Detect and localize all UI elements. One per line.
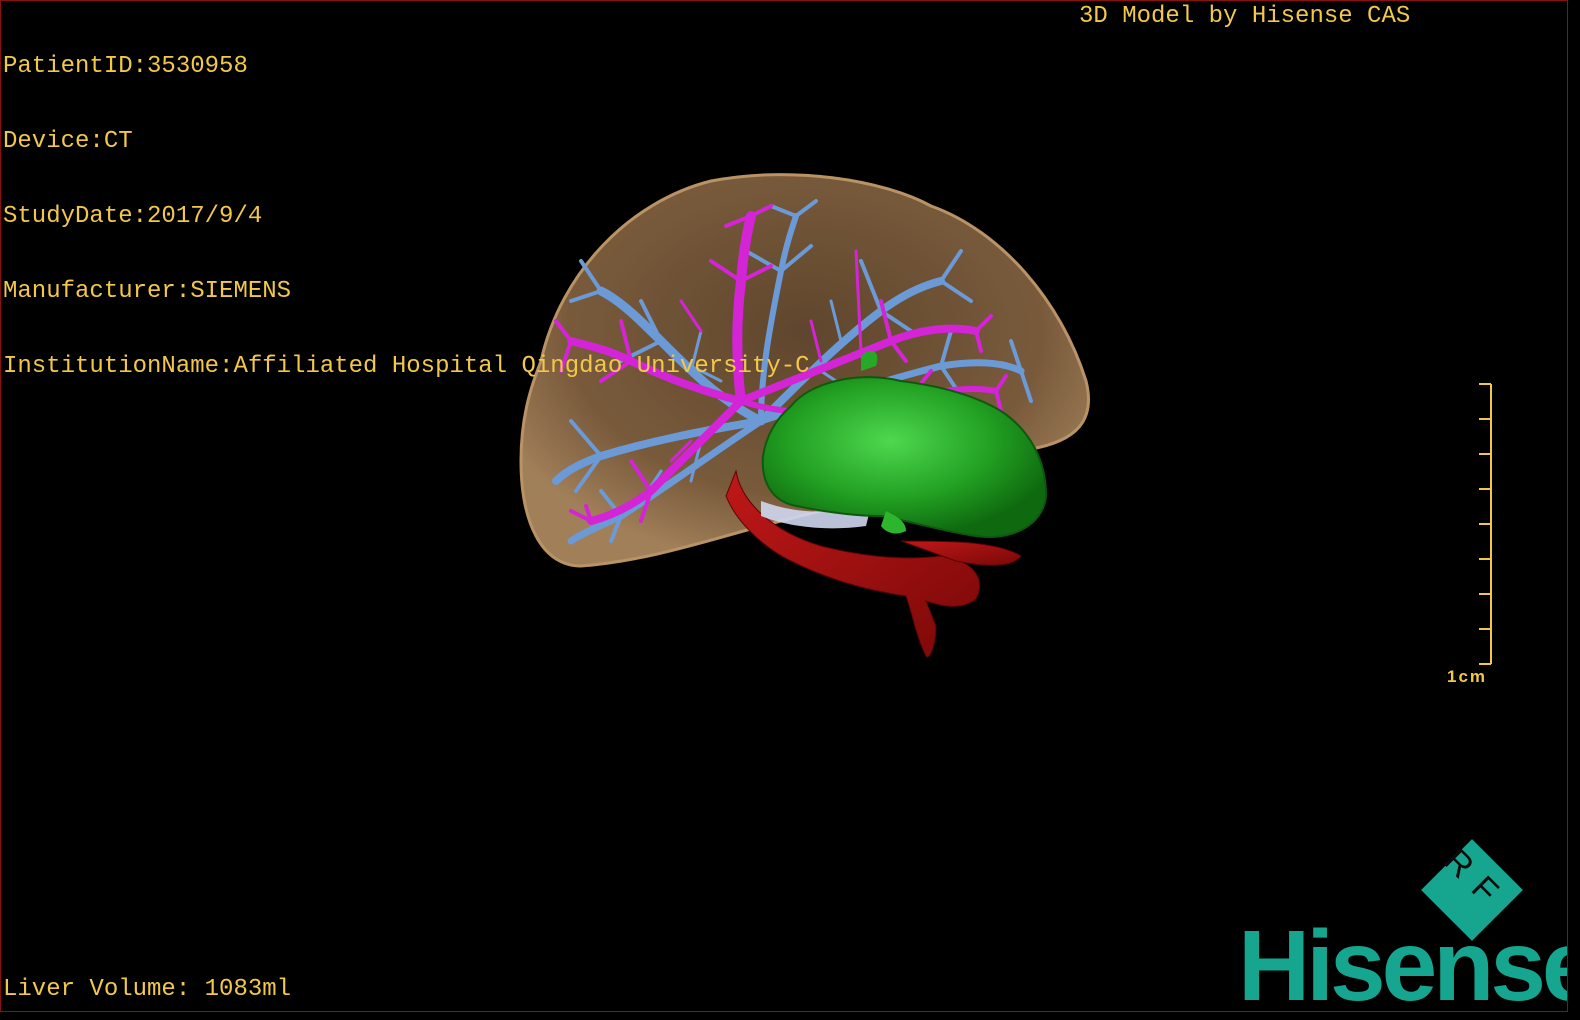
study-metadata: PatientID:3530958 Device:CT StudyDate:20… bbox=[3, 4, 810, 429]
manufacturer: Manufacturer:SIEMENS bbox=[3, 278, 292, 305]
brand-logo: Hisense bbox=[1238, 910, 1568, 1012]
scale-label: 1cm bbox=[1447, 667, 1488, 686]
patient-id: PatientID:3530958 bbox=[3, 53, 248, 80]
3d-viewport[interactable]: PatientID:3530958 Device:CT StudyDate:20… bbox=[0, 0, 1568, 1012]
model-credit: 3D Model by Hisense CAS bbox=[1079, 3, 1411, 30]
study-date: StudyDate:2017/9/4 bbox=[3, 203, 263, 230]
device: Device:CT bbox=[3, 128, 133, 155]
institution-name: InstitutionName:Affiliated Hospital Qing… bbox=[3, 353, 810, 380]
liver-volume: Liver Volume: 1083ml bbox=[3, 976, 292, 1003]
scale-bar-icon bbox=[1479, 383, 1492, 665]
